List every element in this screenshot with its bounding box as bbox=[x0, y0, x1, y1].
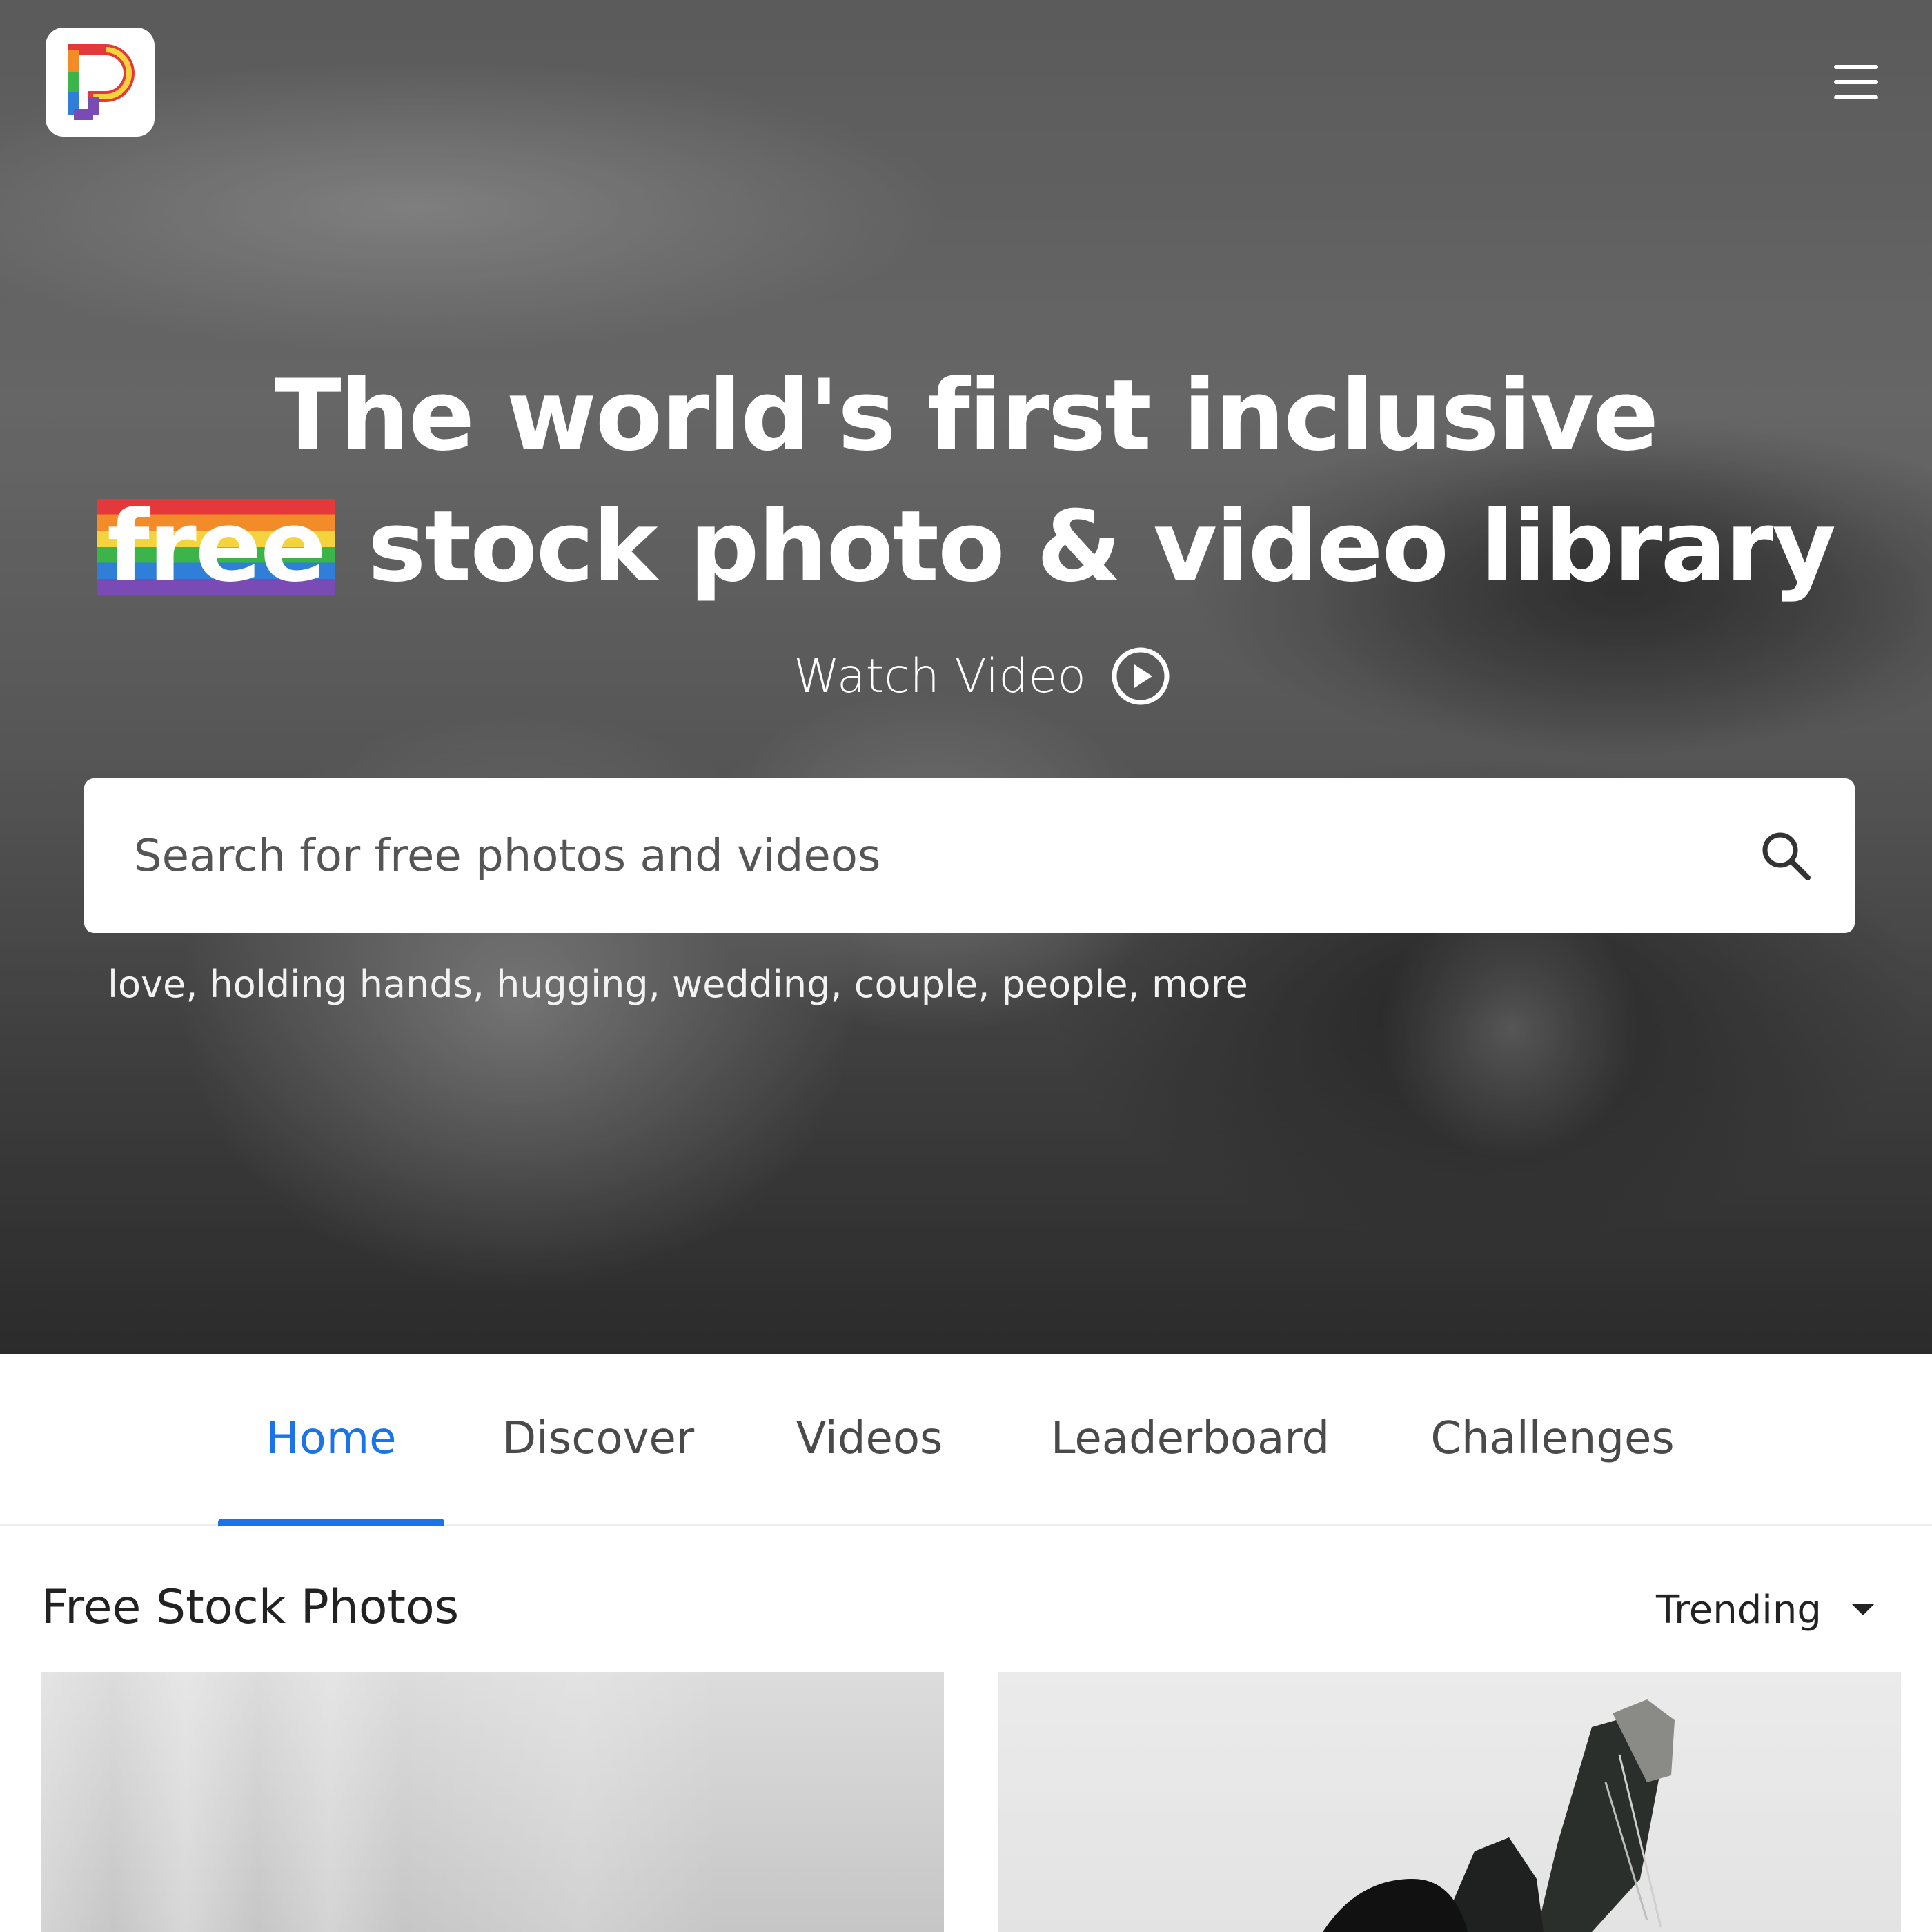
suggestion-link[interactable]: couple bbox=[854, 963, 978, 1006]
tab-leaderboard[interactable]: Leaderboard bbox=[1035, 1354, 1346, 1524]
suggestion-link[interactable]: wedding bbox=[672, 963, 830, 1006]
photo-card[interactable] bbox=[998, 1672, 1901, 1932]
main-nav-tabs: Home Discover Videos Leaderboard Challen… bbox=[0, 1354, 1932, 1526]
suggestion-separator: , bbox=[186, 963, 210, 1006]
tab-videos[interactable]: Videos bbox=[773, 1354, 966, 1524]
search-bar bbox=[84, 778, 1855, 934]
hero-section: The world's first inclusive free stock p… bbox=[0, 0, 1932, 1354]
hamburger-menu-icon[interactable] bbox=[1828, 62, 1884, 103]
search-input[interactable] bbox=[132, 778, 1722, 934]
headline-line1: The world's first inclusive bbox=[274, 359, 1659, 473]
play-circle-icon bbox=[1112, 647, 1170, 705]
suggestion-link[interactable]: hugging bbox=[496, 963, 649, 1006]
rainbow-p-logo-icon bbox=[68, 44, 135, 120]
suggestion-link[interactable]: holding hands bbox=[210, 963, 473, 1006]
tab-challenges[interactable]: Challenges bbox=[1421, 1354, 1684, 1524]
logo-button[interactable] bbox=[46, 28, 155, 137]
headline-line2: free stock photo & video library bbox=[0, 482, 1932, 613]
suggestion-separator: , bbox=[472, 963, 497, 1006]
suggestion-separator: , bbox=[830, 963, 854, 1006]
hero-headline: The world's first inclusive free stock p… bbox=[0, 351, 1932, 613]
search-suggestions: love, holding hands, hugging, wedding, c… bbox=[108, 963, 1248, 1006]
suggestion-more-link[interactable]: more bbox=[1152, 963, 1248, 1006]
section-title: Free Stock Photos bbox=[41, 1580, 460, 1635]
suggestion-separator: , bbox=[978, 963, 1002, 1006]
suggestion-link[interactable]: love bbox=[108, 963, 186, 1006]
suggestion-separator: , bbox=[648, 963, 672, 1006]
sort-value: Trending bbox=[1656, 1587, 1822, 1633]
suggestion-separator: , bbox=[1127, 963, 1152, 1006]
headline-line2-rest: stock photo & video library bbox=[335, 490, 1836, 604]
suggestion-link[interactable]: people bbox=[1002, 963, 1128, 1006]
tab-discover[interactable]: Discover bbox=[491, 1354, 705, 1524]
tab-home[interactable]: Home bbox=[218, 1354, 444, 1526]
photo-image bbox=[41, 1672, 944, 1932]
watch-video-button[interactable]: Watch Video bbox=[793, 645, 1170, 707]
photo-image bbox=[1323, 1699, 1675, 1932]
sort-dropdown[interactable]: Trending bbox=[1656, 1586, 1877, 1634]
watch-video-label: Watch Video bbox=[793, 649, 1086, 704]
caret-down-icon bbox=[1851, 1604, 1874, 1615]
free-rainbow-highlight: free bbox=[97, 498, 335, 596]
search-icon[interactable] bbox=[1758, 828, 1813, 883]
photo-card[interactable] bbox=[41, 1672, 944, 1932]
